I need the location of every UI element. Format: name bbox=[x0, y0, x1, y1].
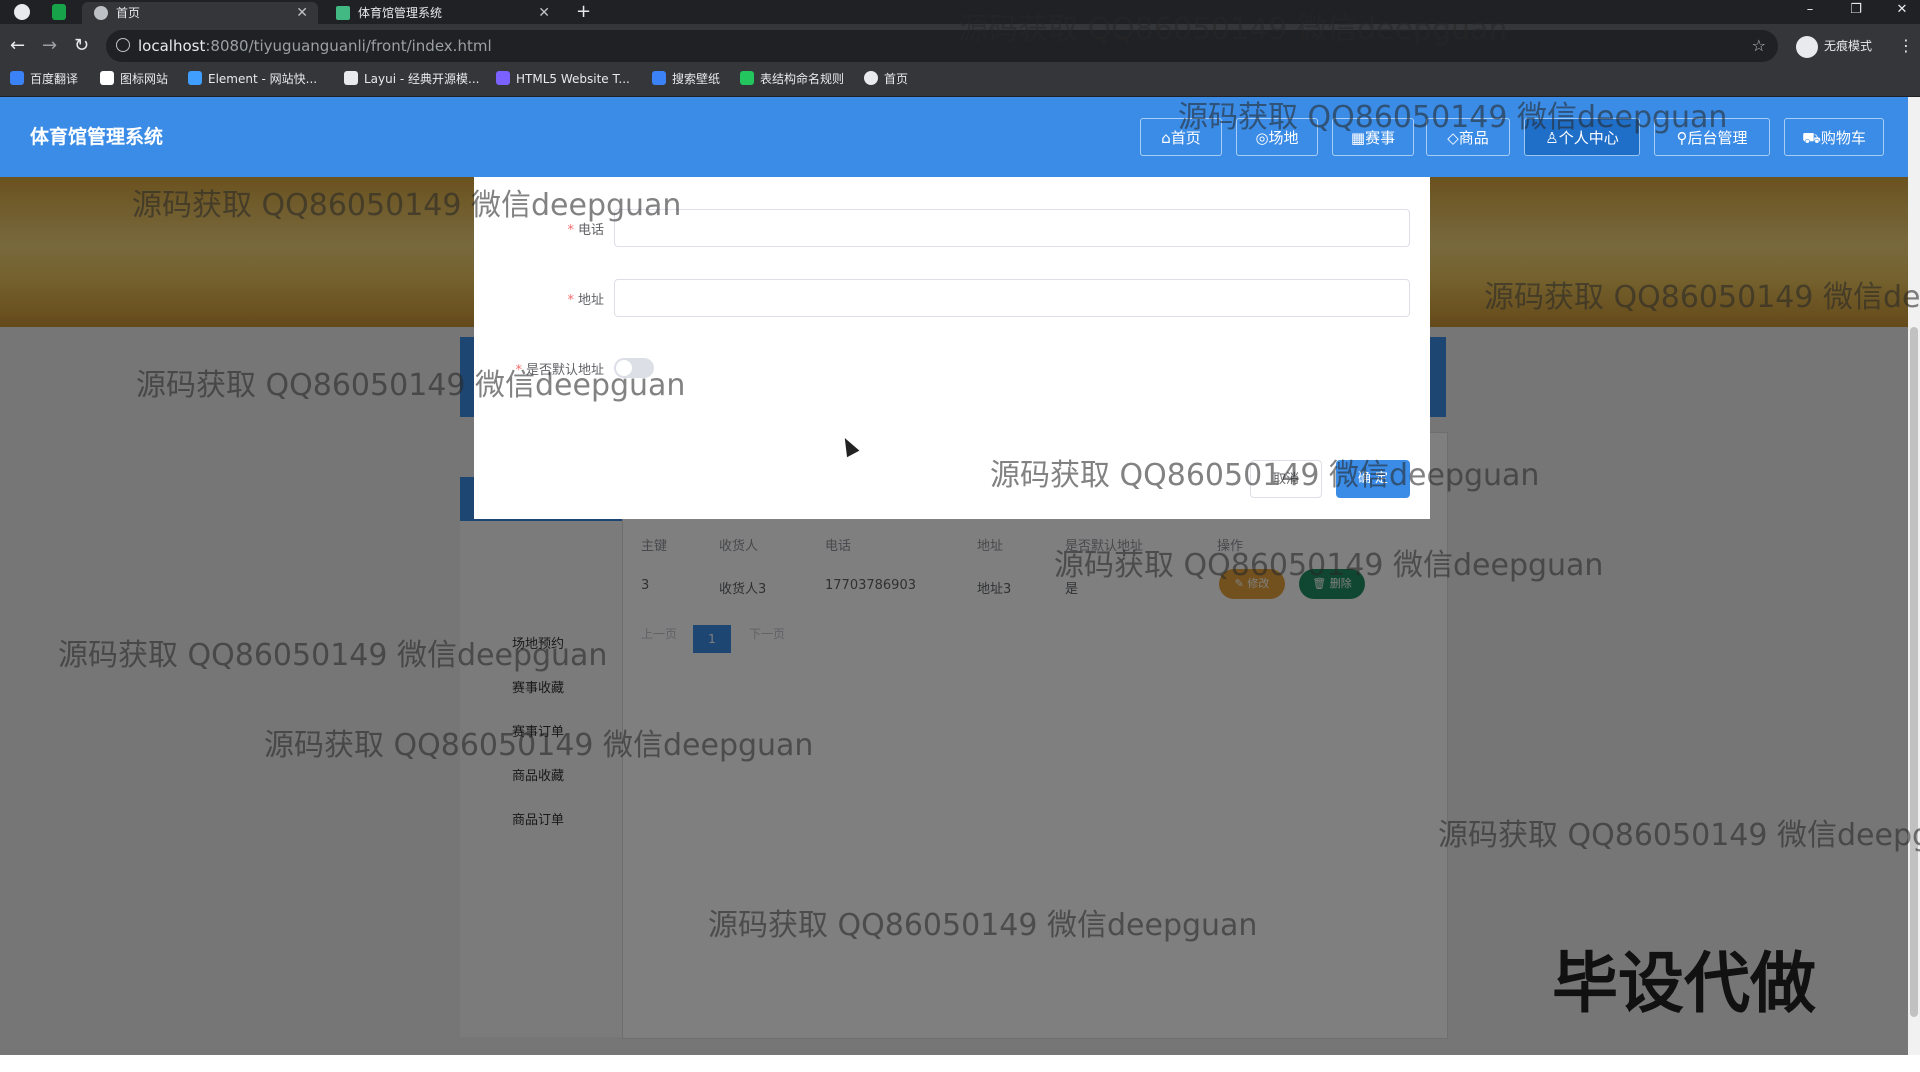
default-address-switch[interactable] bbox=[614, 358, 654, 378]
bookmark-icon bbox=[652, 71, 666, 85]
bookmark-icon bbox=[496, 71, 510, 85]
tab-home[interactable]: 首页 ✕ bbox=[82, 2, 318, 24]
bookmark-item[interactable]: 搜索壁纸 bbox=[652, 68, 720, 90]
profile-button[interactable]: 无痕模式 bbox=[1796, 32, 1872, 60]
bookmark-item[interactable]: Layui - 经典开源模... bbox=[344, 68, 479, 90]
bookmark-label: Element - 网站快... bbox=[208, 72, 318, 86]
bookmark-icon bbox=[740, 71, 754, 85]
bookmark-label: Layui - 经典开源模... bbox=[364, 72, 480, 86]
app-brand: 体育馆管理系统 bbox=[30, 126, 164, 148]
globe-icon bbox=[94, 6, 108, 20]
bottom-strip bbox=[0, 1055, 1920, 1072]
bookmarks-bar: 百度翻译 图标网站 Element - 网站快... Layui - 经典开源模… bbox=[0, 68, 1920, 97]
nav-home-button[interactable]: ⌂首页 bbox=[1140, 118, 1222, 156]
browser-tab-bar: 首页 ✕ 体育馆管理系统 ✕ + – ❐ ✕ bbox=[0, 0, 1920, 24]
url-input[interactable]: localhost:8080/tiyuguanguanli/front/inde… bbox=[106, 30, 1778, 62]
url-text: localhost:8080/tiyuguanguanli/front/inde… bbox=[138, 30, 492, 62]
bookmark-label: 百度翻译 bbox=[30, 72, 79, 86]
page-scrollbar[interactable] bbox=[1908, 97, 1920, 1055]
phone-label: * 电话 bbox=[474, 219, 604, 238]
web-page: 体育馆管理系统 ⌂首页 ◎场地 ▦赛事 ◇商品 ♙个人中心 ⚲后台管理 ⛟购物车… bbox=[0, 97, 1908, 1055]
browser-logo-icon bbox=[14, 4, 30, 20]
profile-label: 无痕模式 bbox=[1824, 39, 1873, 53]
bookmark-item[interactable]: 表结构命名规则 bbox=[740, 68, 844, 90]
bookmark-icon bbox=[188, 71, 202, 85]
bookmark-item[interactable]: Element - 网站快... bbox=[188, 68, 317, 90]
nav-goods-button[interactable]: ◇商品 bbox=[1426, 118, 1510, 156]
cancel-button[interactable]: 取消 bbox=[1250, 460, 1322, 498]
default-address-label-text: 是否默认地址 bbox=[525, 363, 604, 378]
nav-profile-button[interactable]: ♙个人中心 bbox=[1524, 118, 1640, 156]
menu-icon[interactable]: ⋮ bbox=[1898, 36, 1914, 55]
address-label-text: 地址 bbox=[577, 293, 604, 308]
corner-watermark: 毕设代做 bbox=[1552, 945, 1816, 1022]
address-bar: ← → ↻ localhost:8080/tiyuguanguanli/fron… bbox=[0, 24, 1920, 68]
bookmark-label: 图标网站 bbox=[120, 72, 169, 86]
bookmark-item[interactable]: HTML5 Website T... bbox=[496, 68, 630, 90]
phone-label-text: 电话 bbox=[577, 223, 604, 238]
phone-input[interactable] bbox=[614, 209, 1410, 247]
required-mark: * bbox=[515, 363, 522, 378]
back-icon[interactable]: ← bbox=[10, 36, 25, 56]
bookmark-label: 搜索壁纸 bbox=[672, 72, 721, 86]
incognito-icon bbox=[1796, 35, 1818, 58]
scrollbar-thumb[interactable] bbox=[1910, 327, 1918, 1017]
reload-icon[interactable]: ↻ bbox=[74, 36, 89, 56]
info-icon[interactable] bbox=[116, 38, 130, 52]
confirm-button[interactable]: 确 定 bbox=[1336, 460, 1410, 498]
required-mark: * bbox=[567, 223, 574, 238]
close-window-button[interactable]: ✕ bbox=[1882, 0, 1920, 24]
forward-icon[interactable]: → bbox=[42, 36, 57, 56]
bookmark-icon bbox=[100, 71, 114, 85]
bookmark-label: HTML5 Website T... bbox=[516, 72, 630, 86]
url-host: localhost bbox=[138, 37, 206, 55]
vue-icon bbox=[336, 6, 350, 20]
url-path: :8080/tiyuguanguanli/front/index.html bbox=[205, 37, 492, 55]
app-header: 体育馆管理系统 ⌂首页 ◎场地 ▦赛事 ◇商品 ♙个人中心 ⚲后台管理 ⛟购物车 bbox=[0, 97, 1908, 177]
address-input[interactable] bbox=[614, 279, 1410, 317]
app-favicon-icon bbox=[52, 4, 66, 20]
restore-button[interactable]: ❐ bbox=[1836, 0, 1876, 24]
bookmark-item[interactable]: 百度翻译 bbox=[10, 68, 78, 90]
nav-cart-button[interactable]: ⛟购物车 bbox=[1784, 118, 1884, 156]
bookmark-item[interactable]: 首页 bbox=[864, 68, 908, 90]
bookmark-label: 首页 bbox=[884, 72, 909, 86]
tab-system[interactable]: 体育馆管理系统 ✕ bbox=[324, 2, 560, 24]
address-label: * 地址 bbox=[474, 289, 604, 308]
default-address-label: * 是否默认地址 bbox=[474, 359, 604, 378]
bookmark-item[interactable]: 图标网站 bbox=[100, 68, 168, 90]
bookmark-icon bbox=[864, 71, 878, 85]
bookmark-icon bbox=[344, 71, 358, 85]
nav-event-button[interactable]: ▦赛事 bbox=[1332, 118, 1414, 156]
close-icon[interactable]: ✕ bbox=[538, 2, 550, 24]
tab-system-title: 体育馆管理系统 bbox=[358, 6, 443, 20]
new-tab-button[interactable]: + bbox=[576, 0, 591, 24]
minimize-button[interactable]: – bbox=[1790, 0, 1830, 24]
nav-admin-button[interactable]: ⚲后台管理 bbox=[1654, 118, 1770, 156]
tab-home-title: 首页 bbox=[116, 6, 141, 20]
bookmark-icon bbox=[10, 71, 24, 85]
bookmark-star-icon[interactable]: ☆ bbox=[1752, 30, 1766, 62]
nav-venue-button[interactable]: ◎场地 bbox=[1236, 118, 1318, 156]
close-icon[interactable]: ✕ bbox=[296, 2, 308, 24]
required-mark: * bbox=[567, 293, 574, 308]
edit-address-dialog: * 电话 * 地址 * 是否默认地址 取消 确 定 bbox=[474, 177, 1430, 519]
bookmark-label: 表结构命名规则 bbox=[760, 72, 845, 86]
